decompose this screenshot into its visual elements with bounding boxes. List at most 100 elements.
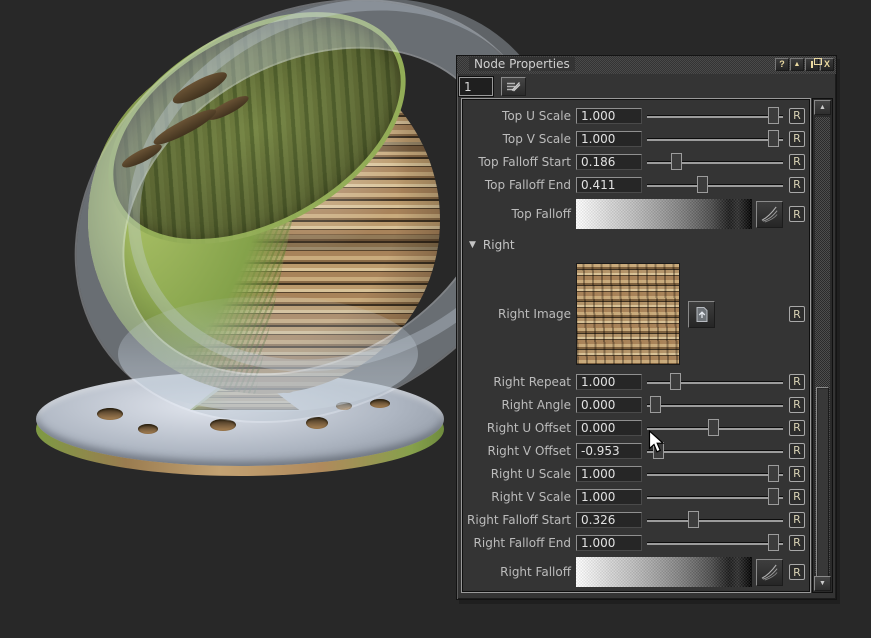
image-thumbnail[interactable] — [576, 263, 680, 365]
slider-track — [647, 496, 783, 499]
slider-track — [647, 542, 783, 545]
slider-handle[interactable] — [768, 107, 779, 124]
parameter-value-input[interactable] — [576, 108, 642, 124]
parameter-slider[interactable] — [647, 396, 783, 413]
parameter-label: Top Falloff End — [465, 178, 576, 192]
close-button[interactable]: X — [820, 58, 834, 71]
slider-handle[interactable] — [688, 511, 699, 528]
gradient-edit-button[interactable] — [756, 201, 783, 228]
reset-button[interactable]: R — [789, 131, 805, 147]
slider-track — [647, 115, 783, 118]
reset-button[interactable]: R — [789, 489, 805, 505]
restore-icon — [811, 61, 813, 68]
parameter-slider[interactable] — [647, 442, 783, 459]
parameter-value-input[interactable] — [576, 154, 642, 170]
shade-icon: ▲ — [794, 61, 801, 68]
reset-button[interactable]: R — [789, 420, 805, 436]
parameter-row: Top U Scale R — [463, 104, 809, 127]
falloff-gradient-bar[interactable] — [576, 199, 752, 229]
slider-handle[interactable] — [768, 534, 779, 551]
reset-button[interactable]: R — [789, 397, 805, 413]
gradient-edit-button[interactable] — [756, 559, 783, 586]
parameter-slider[interactable] — [647, 534, 783, 551]
parameter-value-input[interactable] — [576, 489, 642, 505]
shade-button[interactable]: ▲ — [790, 58, 804, 71]
parameter-value-input[interactable] — [576, 420, 642, 436]
load-image-button[interactable] — [688, 301, 715, 328]
node-index-input[interactable] — [459, 77, 493, 96]
section-collapse-icon[interactable]: ▼ — [469, 240, 476, 250]
parameter-slider[interactable] — [647, 465, 783, 482]
slider-track — [647, 138, 783, 141]
parameter-slider[interactable] — [647, 153, 783, 170]
scroll-down-icon: ▼ — [819, 580, 826, 587]
parameter-row: Right RepeatR — [463, 370, 809, 393]
panel-titlebar[interactable]: Node Properties ?▲X — [457, 56, 836, 74]
reset-button[interactable]: R — [789, 177, 805, 193]
reset-button[interactable]: R — [789, 443, 805, 459]
slider-handle[interactable] — [697, 176, 708, 193]
help-button[interactable]: ? — [775, 58, 789, 71]
parameter-slider[interactable] — [647, 107, 783, 124]
parameter-slider[interactable] — [647, 511, 783, 528]
parameter-value-input[interactable] — [576, 177, 642, 193]
parameter-value-input[interactable] — [576, 443, 642, 459]
parameter-slider[interactable] — [647, 373, 783, 390]
parameter-slider[interactable] — [647, 130, 783, 147]
slider-handle[interactable] — [670, 373, 681, 390]
slider-handle[interactable] — [708, 419, 719, 436]
help-icon: ? — [779, 60, 785, 69]
slider-handle[interactable] — [768, 130, 779, 147]
parameter-value-input[interactable] — [576, 535, 642, 551]
reset-button[interactable]: R — [789, 512, 805, 528]
panel-body: Top U ScaleRTop V ScaleRTop Falloff Star… — [457, 97, 836, 593]
slider-handle[interactable] — [768, 488, 779, 505]
reset-button[interactable]: R — [789, 564, 805, 580]
parameter-label: Right U Offset — [465, 421, 576, 435]
section-header[interactable]: ▼Right — [463, 232, 809, 258]
parameter-slider[interactable] — [647, 488, 783, 505]
restore-button[interactable] — [805, 58, 819, 71]
falloff-gradient-row: Right Falloff R — [463, 554, 809, 590]
vertical-scrollbar[interactable]: ▲ ▼ — [812, 98, 833, 593]
parameter-label: Top U Scale — [465, 109, 576, 123]
parameter-value-input[interactable] — [576, 374, 642, 390]
reset-button[interactable]: R — [789, 535, 805, 551]
load-image-icon — [694, 306, 710, 323]
reset-button[interactable]: R — [789, 108, 805, 124]
parameter-slider[interactable] — [647, 176, 783, 193]
scrollbar-thumb[interactable] — [816, 387, 829, 579]
parameter-row: Right U Scale R — [463, 462, 809, 485]
parameter-label: Top Falloff — [465, 207, 576, 221]
falloff-gradient-bar[interactable] — [576, 557, 752, 587]
scroll-up-button[interactable]: ▲ — [814, 100, 831, 115]
edit-marker-button[interactable] — [501, 77, 526, 96]
parameter-value-input[interactable] — [576, 131, 642, 147]
slider-handle[interactable] — [768, 465, 779, 482]
slider-handle[interactable] — [650, 396, 661, 413]
application-window: Node Properties ?▲X Top U ScaleRTop V Sc… — [0, 0, 871, 638]
parameter-value-input[interactable] — [576, 397, 642, 413]
parameter-slider[interactable] — [647, 419, 783, 436]
reset-button[interactable]: R — [789, 306, 805, 322]
reset-button[interactable]: R — [789, 154, 805, 170]
slider-track — [647, 519, 783, 522]
slider-track — [647, 404, 783, 407]
panel-toolbar — [457, 74, 836, 97]
scrollbar-track[interactable] — [815, 117, 830, 574]
reset-button[interactable]: R — [789, 206, 805, 222]
parameter-label: Right Falloff — [465, 565, 576, 579]
parameter-value-input[interactable] — [576, 512, 642, 528]
reset-button[interactable]: R — [789, 466, 805, 482]
scroll-down-button[interactable]: ▼ — [814, 576, 831, 591]
slider-handle[interactable] — [671, 153, 682, 170]
falloff-gradient-row: Top Falloff R — [463, 196, 809, 232]
parameter-label: Right Image — [465, 307, 576, 321]
parameter-label: Right Angle — [465, 398, 576, 412]
reset-button[interactable]: R — [789, 374, 805, 390]
parameter-label: Right U Scale — [465, 467, 576, 481]
edit-marker-icon — [506, 81, 521, 92]
parameter-value-input[interactable] — [576, 466, 642, 482]
close-icon: X — [824, 60, 830, 69]
parameter-row: Top V ScaleR — [463, 127, 809, 150]
